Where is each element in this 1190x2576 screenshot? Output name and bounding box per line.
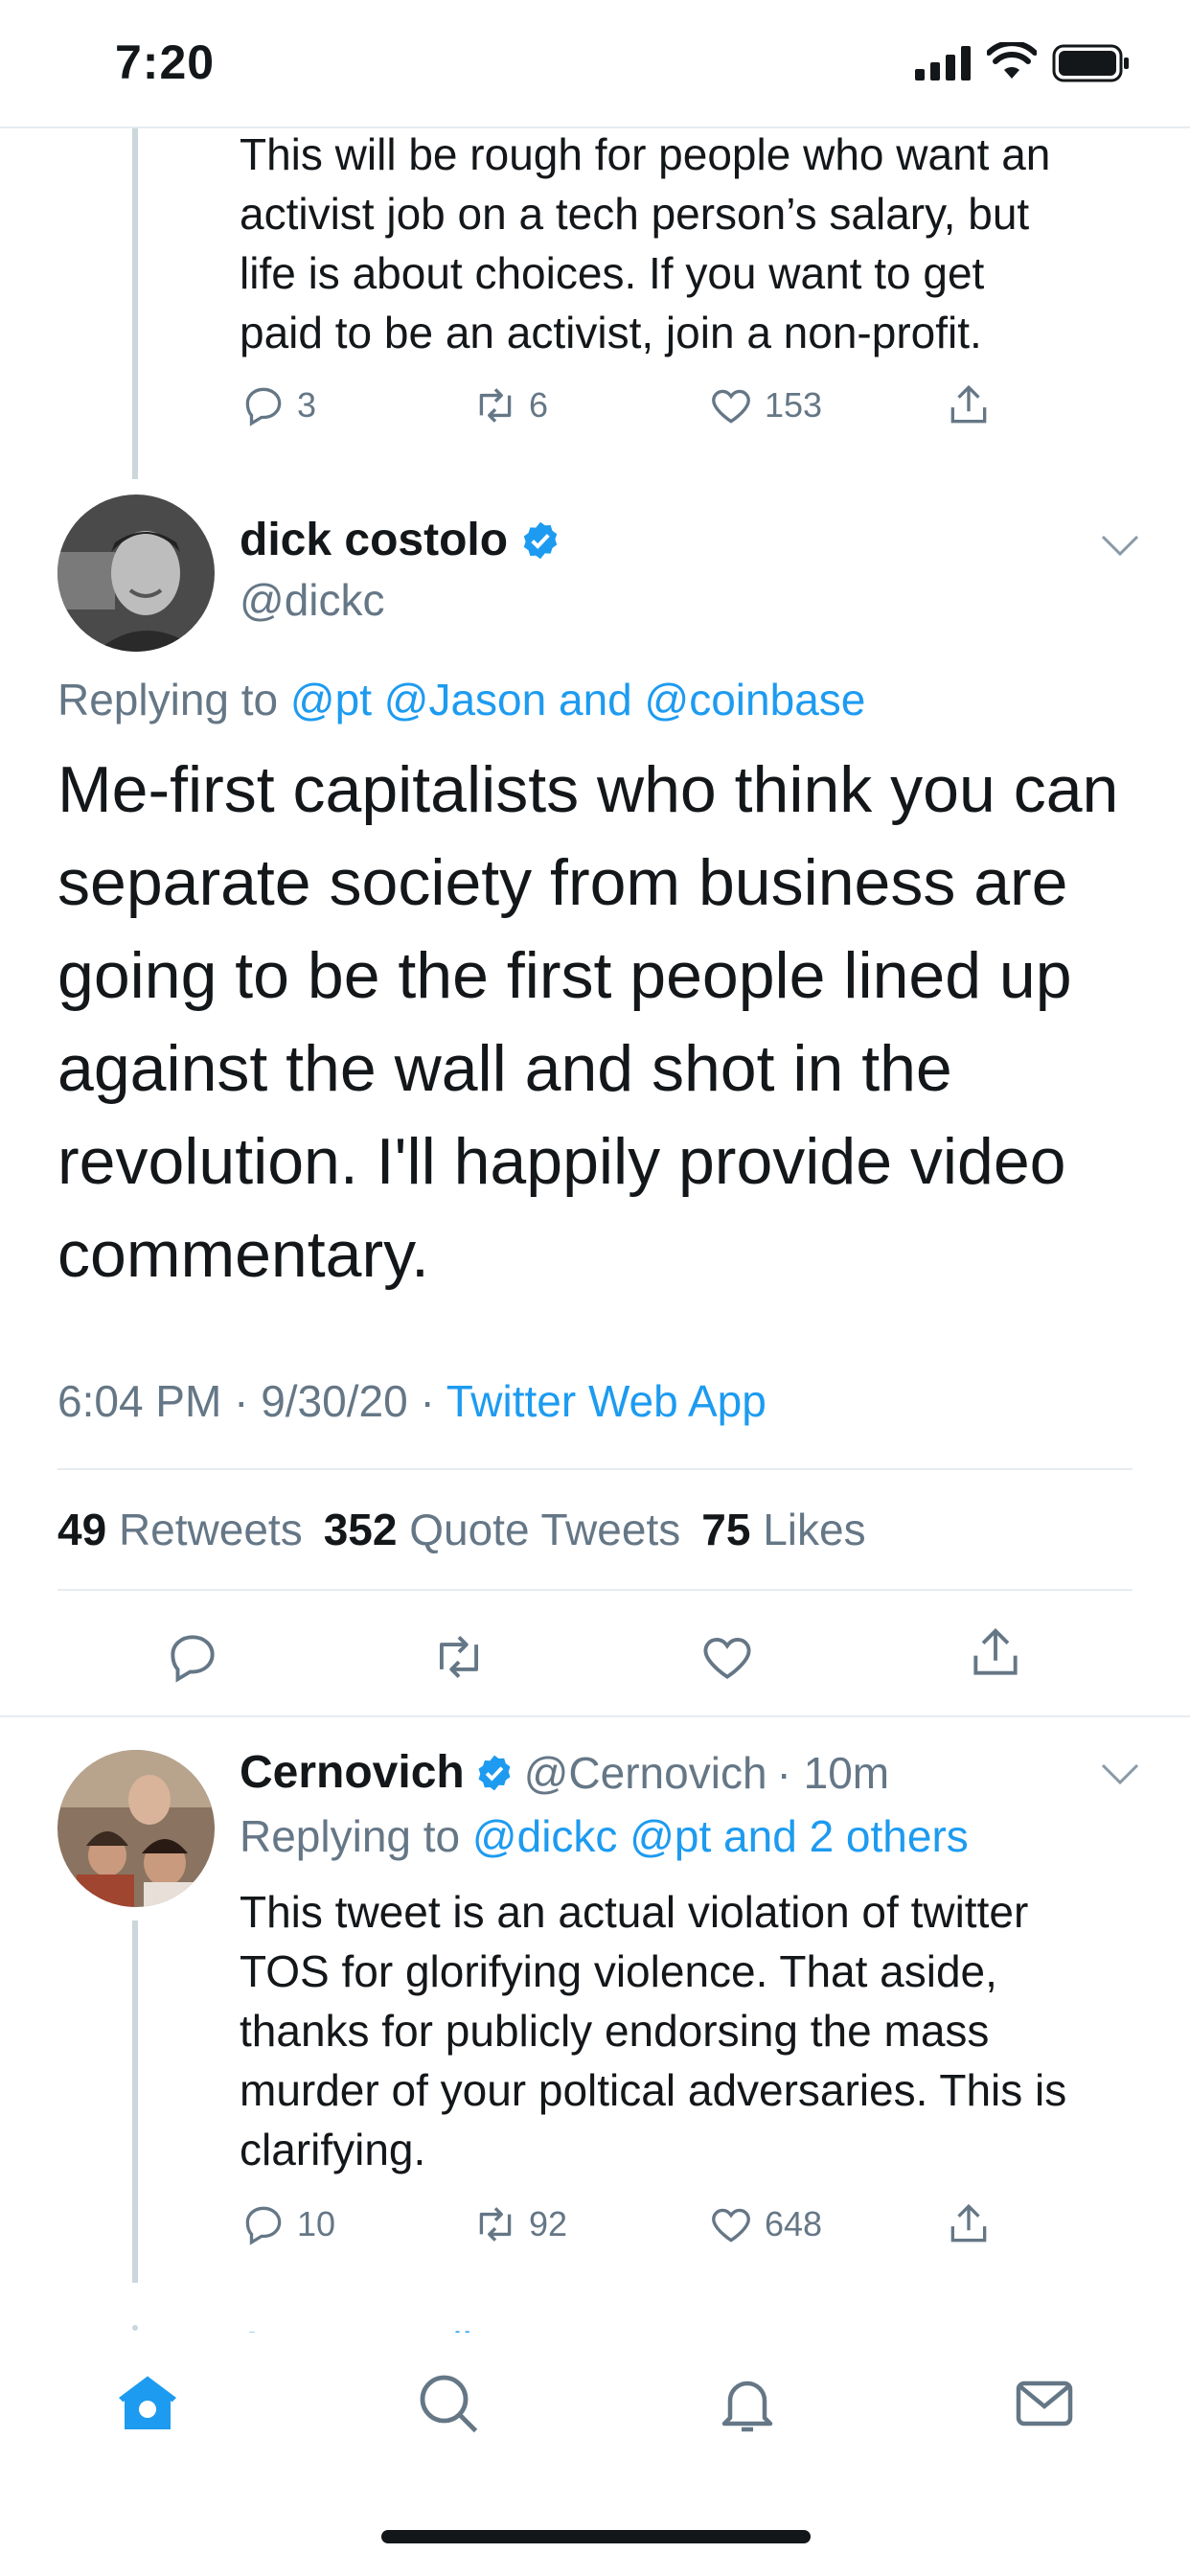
prev-share-button[interactable] bbox=[945, 381, 993, 429]
author-name: dick costolo bbox=[240, 515, 509, 565]
retweet-icon bbox=[479, 2207, 512, 2242]
main-author[interactable]: dick costolo @dickc bbox=[240, 514, 561, 626]
prev-tweet-line: paid to be an activist, join a non-profi… bbox=[240, 308, 982, 357]
battery-icon bbox=[1052, 44, 1129, 82]
heart-icon[interactable] bbox=[698, 1627, 757, 1687]
quotes-label: Quote Tweets bbox=[409, 1505, 681, 1554]
prev-retweet-count: 6 bbox=[529, 385, 549, 425]
reply-reply-count: 10 bbox=[297, 2204, 336, 2243]
reply-retweet-button[interactable]: 92 bbox=[471, 2200, 567, 2248]
replying-prefix: Replying to bbox=[57, 675, 279, 724]
reply-tweet-line: murder of your poltical adversaries. Thi… bbox=[240, 2065, 1067, 2115]
reply-retweet-count: 92 bbox=[529, 2204, 568, 2243]
verified-badge-icon bbox=[523, 521, 558, 559]
prev-like-count: 153 bbox=[765, 385, 823, 425]
reply-icon bbox=[245, 387, 282, 426]
reply-replying-to: Replying to @dickc @pt and 2 others bbox=[240, 1807, 969, 1865]
likes-count: 75 bbox=[701, 1505, 751, 1554]
prev-tweet-line: activist job on a tech person’s salary, … bbox=[240, 189, 1030, 239]
replying-and: and bbox=[559, 675, 632, 724]
dickc-avatar[interactable] bbox=[57, 494, 215, 652]
replying-users-link[interactable]: @pt @Jason bbox=[290, 675, 546, 724]
tab-search[interactable] bbox=[414, 2369, 483, 2438]
home-icon bbox=[119, 2376, 176, 2429]
heart-icon bbox=[712, 2208, 750, 2242]
prev-tweet-text: This will be rough for people who want a… bbox=[240, 125, 1159, 362]
main-tweet-line: revolution. I'll happily provide video bbox=[57, 1125, 1066, 1198]
divider bbox=[57, 1589, 1133, 1591]
main-tweet-line: going to be the first people lined up bbox=[57, 939, 1072, 1012]
reply-author-name: Cernovich bbox=[240, 1747, 465, 1798]
more-replies-dots-icon bbox=[132, 2325, 138, 2331]
replying-prefix: Replying to bbox=[240, 1811, 461, 1861]
quotes-count: 352 bbox=[323, 1505, 398, 1554]
reply-author-handle: @Cernovich bbox=[523, 1748, 767, 1798]
reply-time: · 10m bbox=[776, 1748, 890, 1798]
share-icon[interactable] bbox=[966, 1623, 1025, 1683]
main-tweet-line: separate society from business are bbox=[57, 846, 1068, 919]
likes-label: Likes bbox=[763, 1505, 866, 1554]
retweets-count: 49 bbox=[57, 1505, 107, 1554]
tweet-timestamp: 6:04 PM · 9/30/20 · bbox=[57, 1376, 435, 1426]
retweets-label: Retweets bbox=[118, 1505, 303, 1554]
tab-messages[interactable] bbox=[1010, 2369, 1079, 2438]
chevron-down-icon[interactable] bbox=[1100, 1761, 1140, 1786]
prev-reply-count: 3 bbox=[297, 385, 317, 425]
reply-like-count: 648 bbox=[765, 2204, 823, 2243]
main-tweet-line: Me-first capitalists who think you can bbox=[57, 753, 1119, 826]
cernovich-avatar[interactable] bbox=[57, 1750, 215, 1907]
heart-icon bbox=[712, 389, 750, 424]
reply-tweet-line: clarifying. bbox=[240, 2125, 426, 2174]
reply-tweet-line: This tweet is an actual violation of twi… bbox=[240, 1887, 1029, 1937]
reply-tweet-line: TOS for glorifying violence. That aside, bbox=[240, 1946, 997, 1996]
divider bbox=[0, 1715, 1190, 1717]
reply-icon bbox=[245, 2206, 282, 2245]
likes-stat[interactable]: 75 Likes bbox=[701, 1501, 865, 1558]
engagement-stats: 49 Retweets 352 Quote Tweets 75 Likes bbox=[57, 1501, 866, 1558]
prev-retweet-button[interactable]: 6 bbox=[471, 381, 548, 429]
reply-tweet-line: thanks for publicly endorsing the mass bbox=[240, 2006, 990, 2056]
tab-notifications[interactable] bbox=[713, 2369, 782, 2438]
share-icon bbox=[950, 2203, 987, 2242]
cellular-signal-icon bbox=[915, 46, 971, 80]
thread-line bbox=[132, 1920, 138, 2283]
quotes-stat[interactable]: 352 Quote Tweets bbox=[324, 1501, 681, 1558]
reply-share-button[interactable] bbox=[945, 2200, 993, 2248]
replying-to: Replying to @pt @Jason and @coinbase bbox=[57, 671, 865, 728]
home-indicator bbox=[381, 2530, 811, 2543]
prev-tweet-line: life is about choices. If you want to ge… bbox=[240, 248, 985, 298]
wifi-icon bbox=[987, 42, 1037, 79]
reply-tweet-text: This tweet is an actual violation of twi… bbox=[240, 1882, 1159, 2179]
status-time: 7:20 bbox=[115, 35, 216, 89]
main-tweet-line: commentary. bbox=[57, 1218, 429, 1291]
main-tweet-line: against the wall and shot in the bbox=[57, 1032, 952, 1105]
prev-like-button[interactable]: 153 bbox=[707, 381, 822, 429]
retweet-icon[interactable] bbox=[429, 1627, 489, 1687]
messages-icon bbox=[1016, 2380, 1073, 2426]
reply-reply-button[interactable]: 10 bbox=[240, 2200, 335, 2248]
reply-like-button[interactable]: 648 bbox=[707, 2200, 822, 2248]
search-icon bbox=[420, 2375, 478, 2433]
chevron-down-icon[interactable] bbox=[1100, 533, 1140, 558]
divider bbox=[57, 1468, 1133, 1470]
replying-users-link[interactable]: @dickc @pt and 2 others bbox=[472, 1811, 969, 1861]
retweet-icon bbox=[479, 388, 512, 423]
replying-coinbase-link[interactable]: @coinbase bbox=[645, 675, 866, 724]
reply-author[interactable]: Cernovich @Cernovich · 10m bbox=[240, 1744, 889, 1802]
author-handle: @dickc bbox=[240, 575, 385, 625]
notifications-icon bbox=[721, 2380, 773, 2432]
prev-reply-button[interactable]: 3 bbox=[240, 381, 316, 429]
tweet-source-link[interactable]: Twitter Web App bbox=[446, 1376, 767, 1426]
main-tweet-text: Me-first capitalists who think you can s… bbox=[57, 744, 1159, 1301]
tweet-meta: 6:04 PM · 9/30/20 · Twitter Web App bbox=[57, 1372, 767, 1430]
share-icon bbox=[950, 384, 987, 424]
retweets-stat[interactable]: 49 Retweets bbox=[57, 1501, 303, 1558]
thread-line bbox=[132, 128, 138, 479]
verified-badge-icon bbox=[478, 1755, 511, 1791]
reply-icon[interactable] bbox=[163, 1627, 222, 1687]
prev-tweet-line: This will be rough for people who want a… bbox=[240, 129, 1051, 179]
tab-home[interactable] bbox=[113, 2369, 182, 2438]
